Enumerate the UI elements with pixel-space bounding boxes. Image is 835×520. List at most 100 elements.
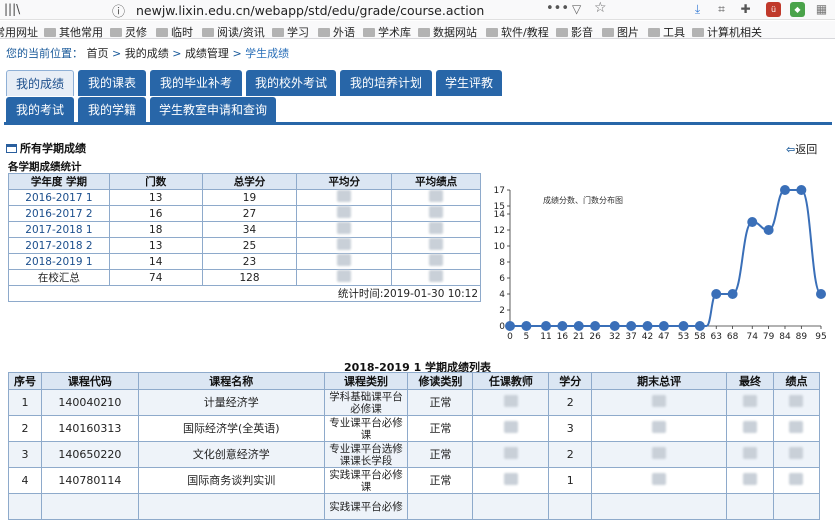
term-stats-table: 学年度 学期 门数 总学分 平均分 平均绩点 2016-2017 1 13 19… [8,173,481,302]
bookmark-item[interactable]: 阅读/资讯 [202,24,265,40]
stats-timestamp: 统计时间:2019-01-30 10:12 [8,285,481,302]
term-cell[interactable]: 2018-2019 1 [8,253,110,270]
bookmark-item[interactable]: 数据网站 [418,24,477,40]
x-tick-label: 89 [796,332,808,342]
bookmark-item[interactable]: 工具 [648,24,685,40]
bookmark-star-icon[interactable]: ☆ [594,0,607,16]
redacted [429,206,444,218]
ublock-icon[interactable]: ü [766,2,781,17]
folder-icon [318,28,330,37]
summary-row: 在校汇总 74 128 [8,269,481,286]
redacted [652,473,667,485]
term-cell[interactable]: 2016-2017 1 [8,189,110,206]
folder-icon [418,28,430,37]
download-icon[interactable]: ⤓ [690,2,705,17]
x-tick-label: 53 [678,332,689,342]
study-type [407,493,474,520]
course-name: 计量经济学 [137,389,325,416]
page-actions-icon[interactable]: ••• [546,1,569,16]
extensions-icon[interactable]: ✚ [738,2,753,17]
crumb-grade-management[interactable]: 成绩管理 [185,47,229,60]
folder-icon [202,28,214,37]
pocket-icon[interactable]: ▽ [572,2,581,16]
data-point [763,225,774,235]
redacted [429,190,444,202]
folder-icon [156,28,168,37]
url-field[interactable]: newjw.lixin.edu.cn/webapp/std/edu/grade/… [136,3,484,18]
gpa-cell [772,389,821,416]
tab-training-plan[interactable]: 我的培养计划 [340,70,432,96]
course-name: 文化创意经济学 [137,441,325,468]
tab-classroom-request[interactable]: 学生教室申请和查询 [150,97,276,123]
bookmark-item[interactable]: 软件/教程 [486,24,549,40]
screenshot-icon[interactable]: ▦ [814,2,829,17]
info-icon[interactable]: ⓘ [112,1,125,20]
bookmark-item[interactable]: 学习 [272,24,309,40]
credits-cell: 34 [201,221,298,238]
course-code: 140040210 [40,389,139,416]
credit-cell: 2 [548,389,593,416]
term-cell[interactable]: 2017-2018 2 [8,237,110,254]
count-cell: 14 [108,253,203,270]
avg-score-cell [296,237,393,254]
tab-external-exams[interactable]: 我的校外考试 [246,70,336,96]
term-cell[interactable]: 2017-2018 1 [8,221,110,238]
folder-icon [692,28,704,37]
data-point [573,321,584,331]
folder-icon [486,28,498,37]
crop-icon[interactable]: ⌗ [714,2,729,17]
bookmark-item[interactable]: 常用网址 [0,24,38,40]
tab-my-timetable[interactable]: 我的课表 [78,70,146,96]
bookmark-item[interactable]: 学术库 [363,24,411,40]
bookmark-item[interactable]: 影音 [556,24,593,40]
tab-graduation-makeup[interactable]: 我的毕业补考 [150,70,242,96]
y-tick-label: 17 [494,186,505,196]
window-icon [6,144,17,153]
table-row: 3 140650220 文化创意经济学 专业课平台选修课课长学段 正常 2 [8,441,821,468]
translate-icon[interactable]: ◆ [790,2,805,17]
table-row: 2016-2017 1 13 19 [8,189,481,206]
tab-my-exams[interactable]: 我的考试 [6,97,74,123]
count-cell: 18 [108,221,203,238]
column-header: 课程类别 [323,372,409,390]
final-cell [726,441,774,468]
redacted [337,238,352,250]
data-point [796,185,807,195]
crumb-my-grades[interactable]: 我的成绩 [125,47,169,60]
term-cell[interactable]: 2016-2017 2 [8,205,110,222]
tab-teaching-evaluation[interactable]: 学生评教 [436,70,502,96]
bookmark-item[interactable]: 图片 [602,24,639,40]
data-point [557,321,568,331]
x-tick-label: 11 [540,332,551,342]
column-header: 绩点 [772,372,821,390]
bookmark-item[interactable]: 灵修 [110,24,147,40]
y-tick-label: 0 [499,322,505,332]
bookmark-item[interactable]: 其他常用 [44,24,103,40]
data-point [541,321,552,331]
x-tick-label: 42 [642,332,653,342]
avg-gpa-cell [391,221,481,238]
tab-student-status[interactable]: 我的学籍 [78,97,146,123]
row-number [8,493,42,520]
bookmark-item[interactable]: 计算机相关 [692,24,762,40]
redacted [503,447,518,459]
final-cell [726,467,774,494]
library-icon[interactable]: |||\ [4,2,20,16]
back-button[interactable]: ⇦返回 [786,141,817,157]
final-score-cell [591,441,728,468]
data-point [727,289,738,299]
redacted [337,254,352,266]
bookmark-item[interactable]: 临时 [156,24,193,40]
x-tick-label: 74 [747,332,759,342]
x-tick-label: 68 [727,332,739,342]
credit-cell [548,493,593,520]
tab-my-grades[interactable]: 我的成绩 [6,70,74,96]
count-cell: 16 [108,205,203,222]
bookmark-item[interactable]: 外语 [318,24,355,40]
grades-table: 序号 课程代码 课程名称 课程类别 修读类别 任课教师 学分 期末总评 最终 绩… [8,372,821,520]
teacher-cell [472,493,550,520]
crumb-home[interactable]: 首页 [87,47,109,60]
x-tick-label: 21 [573,332,584,342]
study-type: 正常 [407,415,474,442]
section-title: 所有学期成绩 [6,140,86,156]
